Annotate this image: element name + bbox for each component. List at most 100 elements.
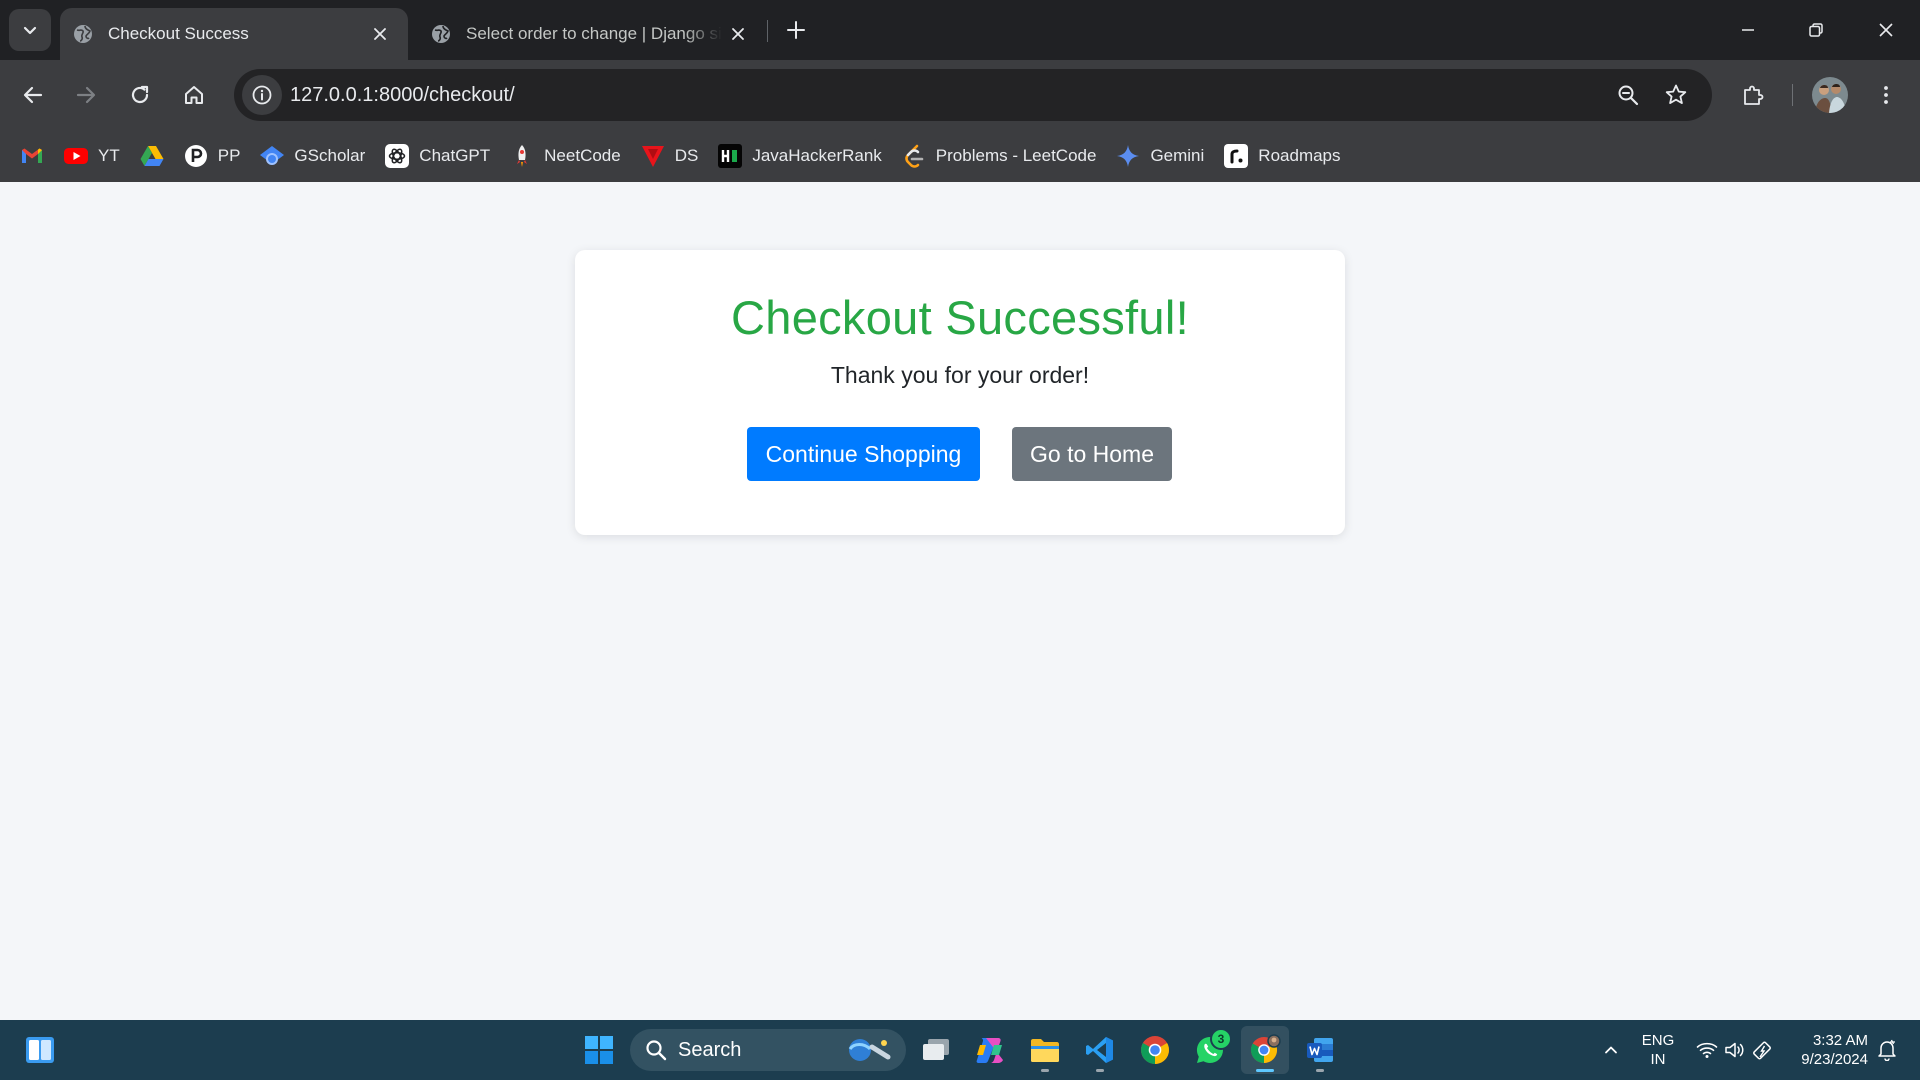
zoom-button[interactable]	[1606, 73, 1650, 117]
windows-taskbar: Search 3 ENG IN 3:32 AM 9/23/2024	[0, 1020, 1920, 1080]
tab-django-admin[interactable]: Select order to change | Django site adm…	[418, 8, 766, 60]
page-title: Checkout Successful!	[731, 291, 1189, 344]
notification-badge: 3	[1210, 1028, 1232, 1050]
bookmark-roadmaps[interactable]: Roadmaps	[1216, 138, 1348, 174]
browser-menu-button[interactable]	[1864, 73, 1908, 117]
taskbar-whatsapp[interactable]: 3	[1186, 1026, 1234, 1074]
forward-button[interactable]	[64, 73, 108, 117]
arrow-left-icon	[23, 86, 43, 104]
thank-you-message: Thank you for your order!	[830, 362, 1090, 388]
taskbar-word[interactable]	[1296, 1026, 1344, 1074]
bookmark-pp[interactable]: PP	[176, 138, 249, 174]
bookmark-yt[interactable]: YT	[56, 138, 128, 174]
bookmark-label: GScholar	[294, 146, 366, 165]
gscholar-icon	[260, 144, 285, 168]
zoom-out-icon	[1618, 85, 1639, 106]
taskbar-chrome[interactable]	[1131, 1026, 1179, 1074]
bookmark-neetcode[interactable]: NeetCode	[502, 138, 629, 174]
kebab-menu-icon	[1884, 86, 1888, 104]
page-viewport: Checkout Successful! Thank you for your …	[0, 182, 1920, 1020]
running-indicator	[1316, 1069, 1324, 1072]
running-indicator	[1041, 1069, 1049, 1072]
chatgpt-icon	[385, 144, 410, 168]
browser-toolbar: 127.0.0.1:8000/checkout/	[0, 60, 1920, 130]
restore-icon	[1809, 23, 1823, 37]
folder-icon	[1031, 1039, 1059, 1062]
bookmark-javahackerrank[interactable]: JavaHackerRank	[710, 138, 889, 174]
info-icon	[252, 85, 272, 105]
tab-title: Checkout Success	[108, 24, 249, 43]
home-button[interactable]	[172, 73, 216, 117]
widgets-button[interactable]	[18, 1030, 62, 1070]
taskbar-search[interactable]: Search	[630, 1029, 906, 1071]
chevron-down-icon	[23, 26, 37, 35]
clock[interactable]: 3:32 AM 9/23/2024	[1784, 1020, 1868, 1080]
bookmark-label: PP	[217, 146, 241, 165]
chrome-profile-icon	[1250, 1034, 1281, 1064]
address-bar[interactable]: 127.0.0.1:8000/checkout/	[234, 69, 1712, 121]
checkout-success-card: Checkout Successful! Thank you for your …	[575, 250, 1345, 535]
quick-settings-button[interactable]	[1690, 1020, 1780, 1080]
notifications-button[interactable]	[1872, 1020, 1902, 1080]
hackerrank-icon	[718, 144, 743, 168]
gmail-icon	[20, 144, 44, 168]
bookmark-gemini[interactable]: Gemini	[1108, 138, 1212, 174]
search-label: Search	[678, 1038, 742, 1061]
close-icon	[1879, 23, 1893, 37]
taskbar-vscode[interactable]	[1076, 1026, 1124, 1074]
new-tab-button[interactable]	[778, 12, 814, 48]
pp-icon	[184, 144, 208, 168]
roadmaps-icon	[1224, 144, 1249, 168]
url-text[interactable]: 127.0.0.1:8000/checkout/	[290, 69, 515, 121]
extensions-button[interactable]	[1731, 73, 1775, 117]
task-view-icon	[923, 1039, 949, 1060]
profile-avatar[interactable]	[1812, 77, 1848, 113]
minimize-button[interactable]	[1714, 0, 1782, 60]
bookmark-gmail[interactable]	[12, 138, 52, 174]
close-tab-icon[interactable]	[722, 18, 754, 50]
minimize-icon	[1742, 29, 1754, 31]
restore-button[interactable]	[1782, 0, 1850, 60]
star-icon	[1665, 84, 1687, 104]
bookmark-star-button[interactable]	[1654, 73, 1698, 117]
bookmark-ds[interactable]: DS	[633, 138, 707, 174]
taskbar-chrome-profile[interactable]	[1241, 1026, 1289, 1074]
go-to-home-button[interactable]: Go to Home	[1012, 427, 1172, 481]
chevron-up-icon	[1605, 1046, 1617, 1054]
wifi-icon	[1696, 1042, 1718, 1058]
vscode-icon	[1086, 1037, 1113, 1063]
tab-checkout-success[interactable]: Checkout Success	[60, 8, 408, 60]
taskbar-copilot[interactable]	[966, 1026, 1014, 1074]
start-button[interactable]	[575, 1026, 623, 1074]
site-info-button[interactable]	[242, 75, 282, 115]
close-tab-icon[interactable]	[364, 18, 396, 50]
tab-title: Select order to change | Django site adm…	[466, 24, 722, 43]
windows-logo-icon	[585, 1036, 613, 1064]
close-window-button[interactable]	[1852, 0, 1920, 60]
reload-icon	[131, 85, 149, 104]
copilot-icon	[976, 1038, 1003, 1063]
back-button[interactable]	[11, 73, 55, 117]
taskbar-file-explorer[interactable]	[1021, 1026, 1069, 1074]
bookmark-google-drive[interactable]	[132, 138, 172, 174]
avatar-icon	[1812, 77, 1848, 113]
bookmarks-bar: YT PP GScholar ChatGPT NeetCode DS JavaH…	[0, 130, 1920, 182]
chrome-icon	[1141, 1036, 1169, 1064]
reload-button[interactable]	[118, 73, 162, 117]
volume-icon	[1725, 1042, 1744, 1058]
bookmark-chatgpt[interactable]: ChatGPT	[377, 138, 498, 174]
language-indicator[interactable]: ENG IN	[1636, 1020, 1680, 1080]
running-indicator	[1096, 1069, 1104, 1072]
bookmark-problems-leetcode[interactable]: Problems - LeetCode	[894, 138, 1105, 174]
clock-date: 9/23/2024	[1801, 1051, 1868, 1068]
tab-search-button[interactable]	[9, 9, 51, 51]
taskbar-task-view[interactable]	[912, 1026, 960, 1074]
tab-divider	[767, 20, 768, 42]
continue-shopping-button[interactable]: Continue Shopping	[747, 427, 980, 481]
bookmark-label: Roadmaps	[1258, 146, 1341, 165]
puzzle-icon	[1744, 85, 1764, 105]
show-hidden-icons-button[interactable]	[1596, 1020, 1626, 1080]
bookmark-label: ChatGPT	[419, 146, 491, 165]
bookmark-gscholar[interactable]: GScholar	[252, 138, 373, 174]
language-code: ENG	[1641, 1032, 1675, 1049]
